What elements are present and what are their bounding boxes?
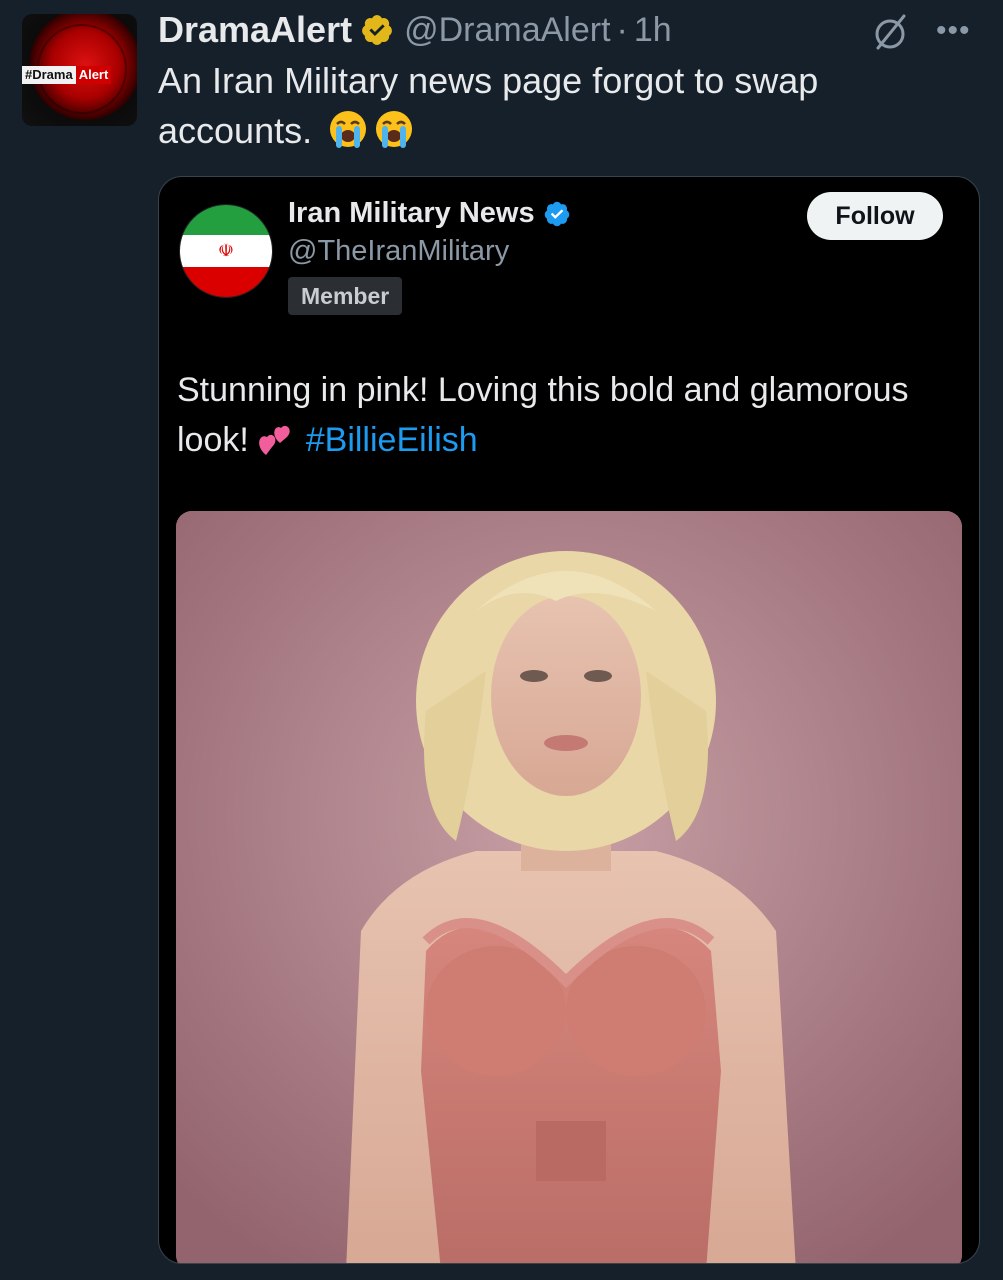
gold-verified-badge-icon[interactable] (360, 13, 394, 47)
tweet-header: DramaAlert @DramaAlert · 1h (158, 6, 672, 54)
member-badge: Member (288, 277, 403, 315)
follow-button[interactable]: Follow (807, 192, 943, 240)
loudly-crying-face-icon (376, 111, 413, 148)
hashtag-link[interactable]: #BillieEilish (306, 421, 478, 459)
dramaalert-logo: #Drama Alert (22, 66, 112, 84)
author-name[interactable]: DramaAlert (158, 9, 352, 51)
quoted-author-name[interactable]: Iran Military News (288, 197, 535, 230)
two-hearts-icon (259, 425, 291, 455)
quoted-tweet-text: Stunning in pink! Loving this bold and g… (177, 371, 909, 459)
photo-woman-in-pink-corset[interactable] (176, 511, 962, 1263)
author-handle[interactable]: @DramaAlert (404, 11, 610, 50)
quoted-tweet-card[interactable]: ☫ Iran Military News @TheIranMilitary Me… (158, 176, 980, 1264)
quoted-author-row: Iran Military News (288, 197, 571, 230)
tweet-text: An Iran Military news page forgot to swa… (158, 60, 819, 151)
iran-flag-avatar[interactable]: ☫ (179, 204, 273, 298)
photo-illustration (176, 511, 962, 1263)
timestamp[interactable]: 1h (634, 11, 672, 50)
dramaalert-avatar[interactable]: #Drama Alert (22, 14, 137, 126)
emblem-icon: ☫ (217, 240, 235, 261)
blue-verified-badge-icon[interactable] (543, 200, 571, 228)
separator: · (616, 10, 628, 49)
grok-icon[interactable] (870, 12, 910, 52)
loudly-crying-face-icon (330, 111, 367, 148)
more-options-icon[interactable]: ••• (936, 16, 971, 46)
tweet[interactable]: #Drama Alert DramaAlert @DramaAlert · 1h … (0, 0, 1003, 1280)
quoted-author-handle[interactable]: @TheIranMilitary (288, 235, 509, 268)
